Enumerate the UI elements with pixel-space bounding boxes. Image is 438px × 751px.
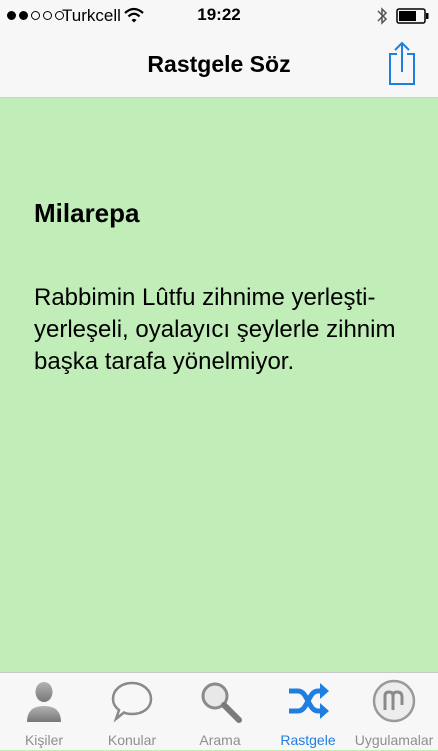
battery-icon (396, 8, 429, 24)
share-button[interactable] (386, 40, 418, 86)
quote-author: Milarepa (34, 198, 140, 228)
page-title: Rastgele Söz (147, 51, 291, 77)
person-icon (27, 682, 61, 722)
tab-uygulamalar[interactable]: Uygulamalar (350, 673, 438, 751)
tab-arama[interactable]: Arama (176, 673, 264, 751)
tab-label: Rastgele (280, 732, 336, 748)
share-icon (389, 41, 415, 85)
tab-konular[interactable]: Konular (88, 673, 176, 751)
tab-rastgele[interactable]: Rastgele (264, 673, 352, 751)
status-time: 19:22 (197, 5, 241, 24)
magnifier-icon (201, 682, 242, 723)
apps-icon (372, 679, 416, 723)
tab-label: Uygulamalar (354, 732, 434, 748)
navigation-bar: Rastgele Söz (0, 32, 438, 98)
tab-label: Arama (199, 732, 241, 748)
tab-kisiler[interactable]: Kişiler (0, 673, 88, 751)
quote-text: Rabbimin Lûtfu zihnime yerleşti-yerleşel… (34, 284, 396, 375)
tab-label: Kişiler (24, 732, 64, 748)
tab-label: Konular (107, 732, 157, 748)
bluetooth-icon (377, 7, 388, 25)
status-bar: Turkcell 19:22 (0, 0, 438, 32)
tab-bar: Kişiler Konular Arama Rastgele Uygulamal… (0, 672, 438, 750)
shuffle-icon (289, 683, 329, 719)
speech-bubble-icon (111, 681, 153, 723)
